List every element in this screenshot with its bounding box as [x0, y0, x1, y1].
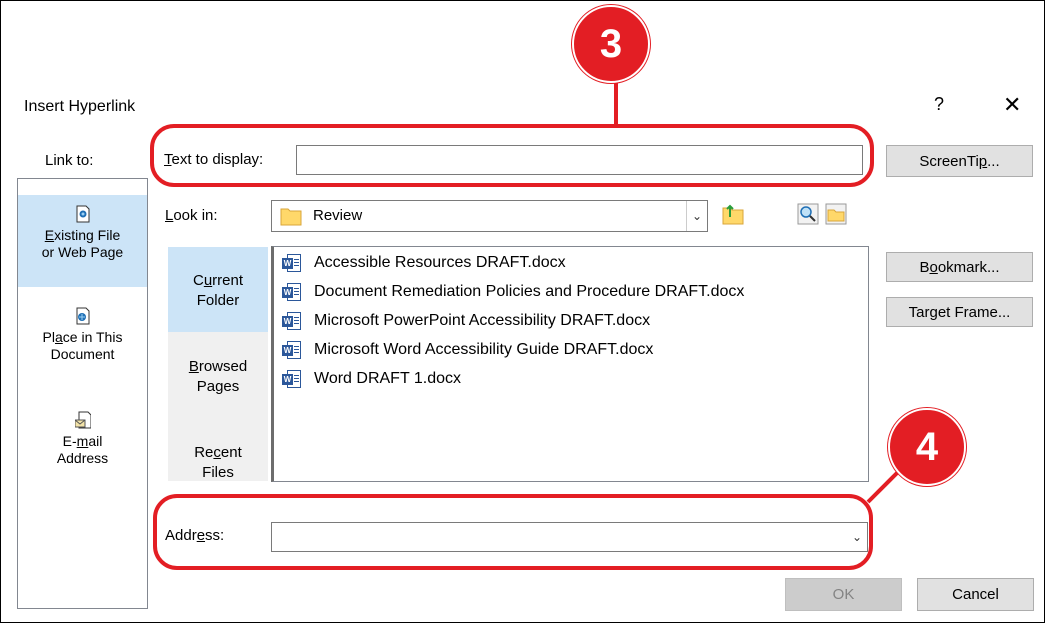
- list-item[interactable]: W Accessible Resources DRAFT.docx: [282, 252, 566, 274]
- word-document-icon: W: [282, 312, 304, 330]
- callout-ring-4: [153, 494, 873, 570]
- callout-ring-3: [150, 124, 874, 187]
- close-button[interactable]: ✕: [1003, 92, 1021, 118]
- list-item[interactable]: W Document Remediation Policies and Proce…: [282, 281, 744, 303]
- screentip-button[interactable]: ScreenTi p...: [886, 145, 1033, 177]
- email-address-label: E-mail Address: [56, 433, 109, 466]
- look-in-value: Review: [313, 207, 363, 224]
- link-to-place-in-document[interactable]: Place in This Document: [18, 307, 147, 377]
- link-to-label: Link to:: [45, 152, 94, 169]
- list-item[interactable]: W Microsoft PowerPoint Accessibility DRAF…: [282, 310, 650, 332]
- ok-button[interactable]: OK: [785, 578, 902, 611]
- list-item[interactable]: W Microsoft Word Accessibility Guide DRAF…: [282, 339, 653, 361]
- list-item[interactable]: W Word DRAFT 1.docx: [282, 368, 461, 390]
- help-button[interactable]: ?: [934, 94, 944, 115]
- look-in-label: Look in:: [165, 207, 218, 224]
- bookmark-button[interactable]: Bo okmark...: [886, 252, 1033, 282]
- word-document-icon: W: [282, 283, 304, 301]
- link-to-existing-file[interactable]: Existing File or Web Page: [18, 195, 147, 287]
- word-document-icon: W: [282, 370, 304, 388]
- place-in-document-label: Place in This Document: [42, 329, 123, 362]
- word-document-icon: W: [282, 341, 304, 359]
- browse-file-icon[interactable]: [825, 203, 847, 225]
- callout-pointer-3: [614, 80, 618, 126]
- word-document-icon: W: [282, 254, 304, 272]
- look-in-combobox[interactable]: Review ⌄: [271, 200, 708, 232]
- link-to-email-address[interactable]: E-mail Address: [18, 411, 147, 481]
- chevron-down-icon[interactable]: ⌄: [686, 201, 707, 231]
- browse-web-icon[interactable]: [797, 203, 819, 225]
- close-icon[interactable]: ✕: [1003, 92, 1021, 117]
- cancel-button[interactable]: Cancel: [917, 578, 1034, 611]
- callout-badge-3: 3: [572, 5, 650, 83]
- file-list: W Accessible Resources DRAFT.docx W Docume…: [271, 246, 869, 482]
- link-to-sidebar: Existing File or Web Page Place in This Do…: [17, 178, 148, 609]
- up-folder-icon[interactable]: [722, 203, 744, 225]
- browsed-pages-tab[interactable]: Browsed Pages: [168, 357, 268, 407]
- current-folder-tab[interactable]: Current Folder: [168, 247, 268, 332]
- email-address-icon: [74, 411, 91, 429]
- target-frame-button[interactable]: Tar g et Frame...: [886, 297, 1033, 327]
- recent-files-tab[interactable]: Recent Files: [168, 443, 268, 483]
- browse-subnav: Current Folder Browsed Pages Recent Files: [168, 247, 268, 481]
- existing-file-icon: [76, 205, 89, 223]
- callout-badge-4: 4: [888, 408, 966, 486]
- place-in-document-icon: [76, 307, 89, 325]
- dialog-title: Insert Hyperlink: [24, 98, 136, 115]
- existing-file-label: Existing File or Web Page: [41, 227, 124, 260]
- folder-icon: [280, 208, 302, 226]
